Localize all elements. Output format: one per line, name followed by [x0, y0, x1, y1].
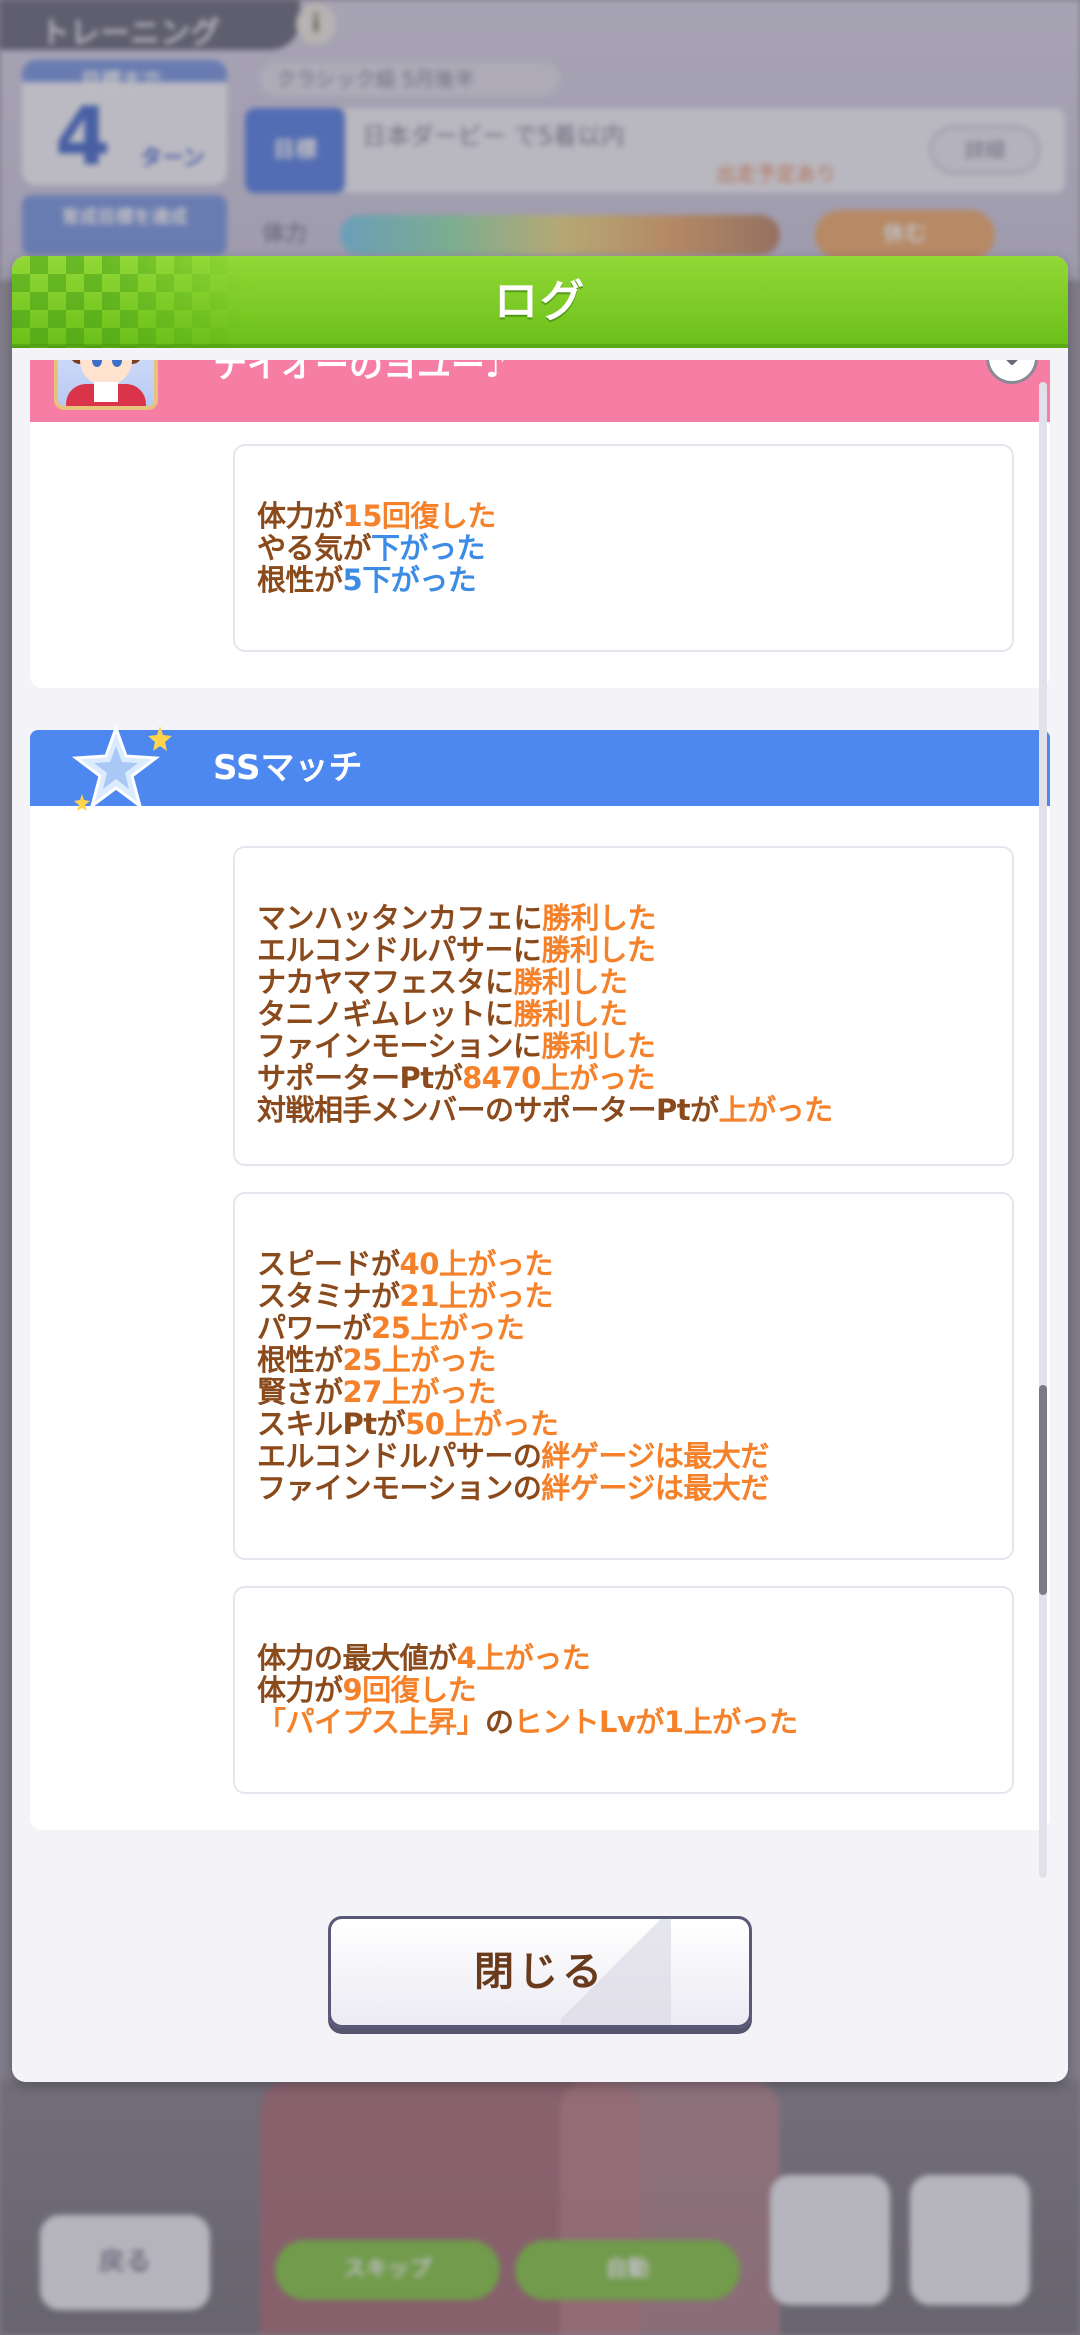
log-value: 勝利した [513, 997, 629, 1031]
log-text: エルコンドルパサーの [257, 1439, 542, 1473]
log-text: ファインモーションに [257, 1029, 542, 1063]
log-value: 15回復した [342, 499, 497, 533]
log-text: スタミナが [257, 1279, 400, 1313]
dialog-header: ログ [12, 256, 1068, 348]
star-icon [71, 723, 172, 811]
log-value: 25上がった [371, 1311, 525, 1345]
log-line: 根性が5下がった [257, 564, 992, 596]
log-value: 9回復した [342, 1673, 477, 1707]
log-line: タニノギムレットに勝利した [257, 998, 992, 1030]
log-line: エルコンドルパサーの絆ゲージは最大だ [257, 1440, 992, 1472]
log-text: 根性が [257, 1343, 343, 1377]
log-value: 25上がった [342, 1343, 497, 1377]
section-body: マンハッタンカフェに勝利した エルコンドルパサーに勝利した ナカヤマフェスタに勝利し… [30, 806, 1050, 1830]
log-value: 勝利した [513, 965, 629, 999]
log-text: マンハッタンカフェに [257, 901, 543, 935]
log-line: やる気が下がった [257, 532, 992, 564]
log-value: 21上がった [399, 1279, 554, 1313]
section-header: テイオーのヨユー♪ [30, 360, 1050, 422]
log-text: ファインモーションの [257, 1471, 542, 1505]
section-title: SSマッチ [213, 748, 363, 788]
log-line: 対戦相手メンバーのサポーターPtが上がった [257, 1094, 992, 1126]
log-entry-card: 体力が15回復した やる気が下がった 根性が5下がった [233, 444, 1014, 652]
character-portrait-icon [54, 360, 158, 410]
log-line: 体力の最大値が4上がった [257, 1642, 992, 1674]
log-text: スピードが [257, 1247, 400, 1281]
log-line: スタミナが21上がった [257, 1280, 992, 1312]
log-list: テイオーのヨユー♪ 体力が15回復した やる気が下がった 根性が5下がった SS… [30, 360, 1050, 1872]
log-line: 体力が9回復した [257, 1674, 992, 1706]
log-value: 勝利した [541, 1029, 656, 1063]
log-text: サポーターPtが [257, 1061, 463, 1095]
log-value: 絆ゲージは最大だ [541, 1471, 769, 1505]
log-text: エルコンドルパサーに [257, 933, 542, 967]
scrollbar[interactable] [1039, 382, 1047, 1878]
log-dialog: ログ テイオーのヨユー♪ 体力が15回復した やる気が下がった 根性が5下がった… [12, 256, 1068, 2082]
log-value: 5下がった [342, 563, 477, 597]
log-section: テイオーのヨユー♪ 体力が15回復した やる気が下がった 根性が5下がった [30, 360, 1050, 688]
section-header: SSマッチ [30, 723, 1050, 811]
log-value: 「パイプス上昇」 [257, 1705, 486, 1739]
log-section: SSマッチ マンハッタンカフェに勝利した エルコンドルパサーに勝利した ナカヤマフェ… [30, 723, 1050, 1830]
log-value: 40上がった [399, 1247, 554, 1281]
dialog-footer: 閉じる [12, 1880, 1068, 2082]
log-line: ナカヤマフェスタに勝利した [257, 966, 992, 998]
log-text: 体力の最大値が [257, 1641, 457, 1675]
log-value: 勝利した [542, 901, 657, 935]
log-text: の [485, 1705, 514, 1739]
section-body: 体力が15回復した やる気が下がった 根性が5下がった [30, 422, 1050, 688]
log-line: 「パイプス上昇」のヒントLvが1上がった [257, 1706, 992, 1738]
chevron-down-icon[interactable] [986, 360, 1038, 384]
log-value: 勝利した [541, 933, 656, 967]
log-value: 上がった [718, 1093, 834, 1127]
log-line: スキルPtが50上がった [257, 1408, 992, 1440]
log-text: タニノギムレットに [257, 997, 514, 1031]
log-line: 根性が25上がった [257, 1344, 992, 1376]
close-button[interactable]: 閉じる [328, 1916, 752, 2028]
log-line: エルコンドルパサーに勝利した [257, 934, 992, 966]
log-line: 賢さが27上がった [257, 1376, 992, 1408]
log-line: ファインモーションの絆ゲージは最大だ [257, 1472, 992, 1504]
log-value: 8470上がった [462, 1061, 655, 1095]
log-value: 50上がった [405, 1407, 559, 1441]
scrollbar-thumb[interactable] [1039, 1385, 1047, 1595]
log-value: 下がった [371, 531, 486, 565]
log-text: ナカヤマフェスタに [257, 965, 514, 999]
section-title: テイオーのヨユー♪ [213, 360, 507, 386]
log-line: サポーターPtが8470上がった [257, 1062, 992, 1094]
dialog-title: ログ [494, 276, 586, 327]
log-value: 絆ゲージは最大だ [541, 1439, 769, 1473]
log-value: ヒントLvが1上がった [513, 1705, 799, 1739]
log-value: 27上がった [342, 1375, 497, 1409]
log-line: スピードが40上がった [257, 1248, 992, 1280]
log-text: 賢さが [257, 1375, 343, 1409]
log-value: 4上がった [456, 1641, 591, 1675]
log-entry-card: マンハッタンカフェに勝利した エルコンドルパサーに勝利した ナカヤマフェスタに勝利し… [233, 846, 1014, 1166]
log-entry-card: スピードが40上がった スタミナが21上がった パワーが25上がった 根性が25上がっ… [233, 1192, 1014, 1560]
log-entry-card: 体力の最大値が4上がった 体力が9回復した 「パイプス上昇」のヒントLvが1上がった [233, 1586, 1014, 1794]
log-text: 体力が [257, 499, 343, 533]
log-text: 対戦相手メンバーのサポーターPtが [257, 1093, 719, 1127]
log-text: スキルPtが [257, 1407, 406, 1441]
log-line: マンハッタンカフェに勝利した [257, 902, 992, 934]
close-button-label: 閉じる [474, 1949, 606, 1995]
log-text: パワーが [257, 1311, 372, 1345]
log-line: 体力が15回復した [257, 500, 992, 532]
log-text: 体力が [257, 1673, 343, 1707]
log-line: ファインモーションに勝利した [257, 1030, 992, 1062]
log-line: パワーが25上がった [257, 1312, 992, 1344]
log-text: 根性が [257, 563, 343, 597]
log-scroll-area[interactable]: テイオーのヨユー♪ 体力が15回復した やる気が下がった 根性が5下がった SS… [30, 360, 1050, 1880]
log-text: やる気が [257, 531, 372, 565]
